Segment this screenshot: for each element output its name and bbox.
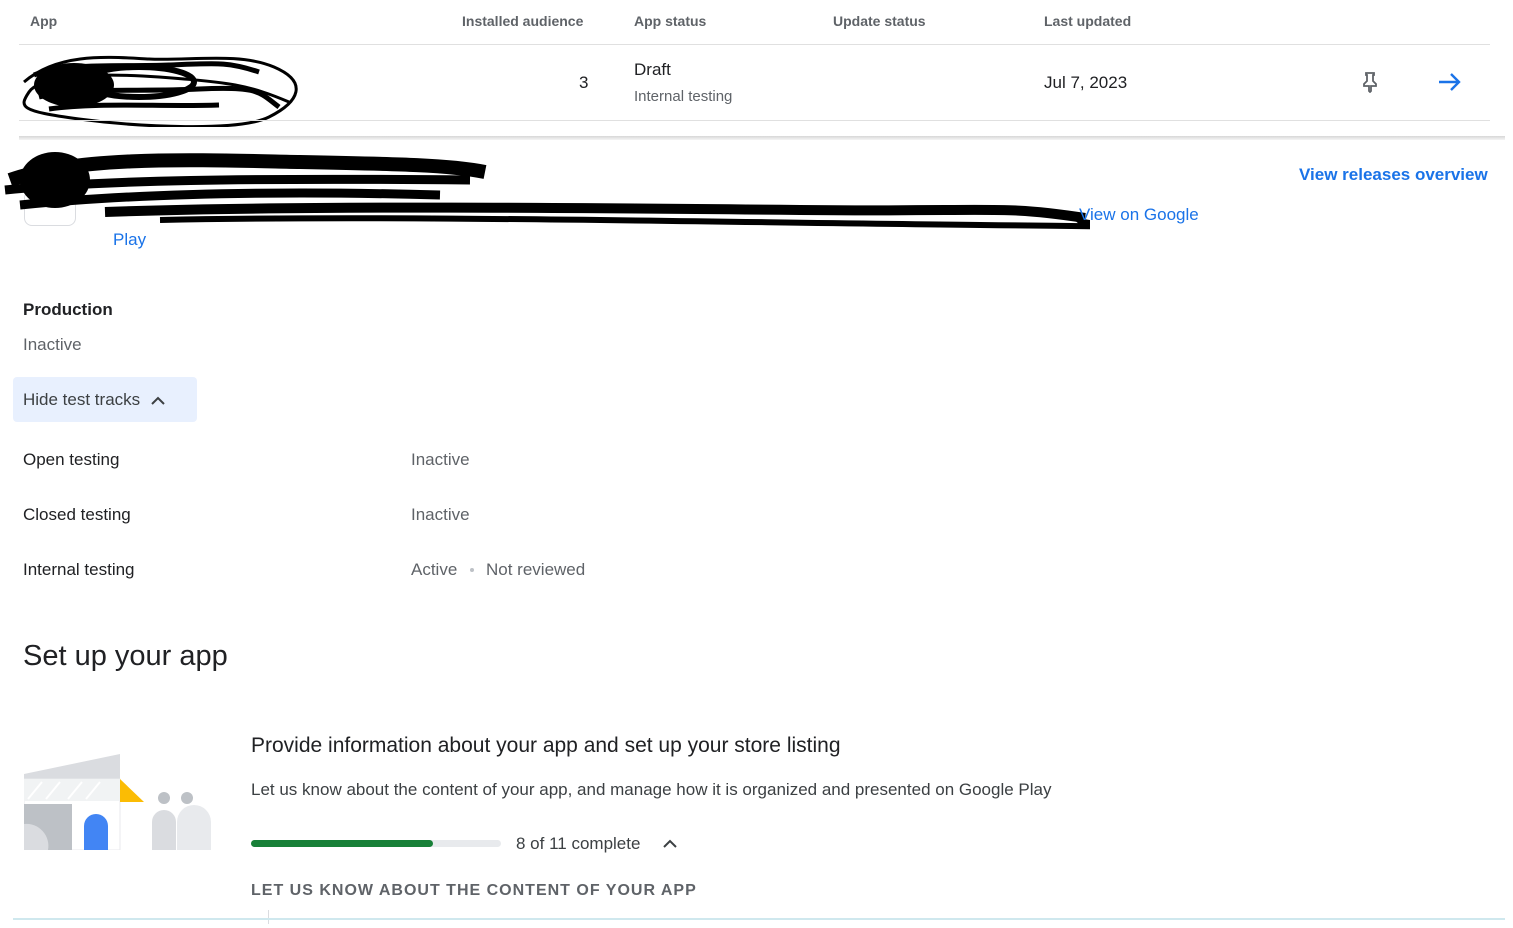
chevron-up-icon[interactable] [662, 838, 678, 849]
arrow-right-icon[interactable] [1437, 71, 1463, 93]
hide-test-tracks-button[interactable]: Hide test tracks [13, 377, 197, 422]
bottom-divider [13, 918, 1505, 920]
redaction-scribble [104, 202, 1090, 230]
pin-icon[interactable] [1361, 71, 1379, 93]
hide-test-tracks-label: Hide test tracks [23, 389, 141, 409]
view-on-google-play-link-continued[interactable]: Play [113, 230, 146, 250]
track-status-internal-testing: Active [411, 560, 458, 579]
track-name-internal-testing: Internal testing [23, 560, 135, 579]
track-name-closed-testing: Closed testing [23, 505, 131, 524]
chevron-up-icon [151, 396, 165, 405]
app-status-track: Internal testing [634, 88, 733, 105]
track-status-closed-testing: Inactive [411, 505, 470, 524]
production-status: Inactive [23, 335, 82, 354]
column-header-app-status: App status [634, 13, 707, 29]
installed-audience-value: 3 [579, 73, 589, 92]
panel-shadow [19, 136, 1505, 140]
track-review-internal-testing: Not reviewed [486, 560, 586, 579]
column-header-installed-audience[interactable]: Installed audience [462, 13, 583, 29]
production-label: Production [23, 300, 113, 319]
column-header-last-updated[interactable]: Last updated [1044, 13, 1131, 29]
view-releases-overview-link[interactable]: View releases overview [1299, 165, 1488, 185]
last-updated-value: Jul 7, 2023 [1044, 73, 1128, 92]
redaction-scribble [22, 55, 298, 127]
setup-progress-bar [251, 840, 501, 847]
setup-illustration [24, 754, 211, 850]
setup-progress-fill [251, 840, 433, 847]
view-on-google-play-link[interactable]: View on Google [1079, 205, 1199, 225]
column-header-update-status: Update status [833, 13, 926, 29]
task-description: Let us know about the content of your ap… [251, 780, 1052, 799]
track-status-open-testing: Inactive [411, 450, 470, 469]
track-name-open-testing: Open testing [23, 450, 120, 469]
row-divider [19, 120, 1490, 121]
column-header-app: App [30, 13, 58, 29]
section-connector [268, 910, 269, 924]
status-separator-dot [470, 568, 474, 572]
app-status-value: Draft [634, 60, 671, 79]
progress-text: 8 of 11 complete [516, 834, 641, 853]
table-row[interactable]: 3 Draft Internal testing Jul 7, 2023 [19, 45, 1490, 127]
setup-title: Set up your app [23, 640, 228, 672]
task-title: Provide information about your app and s… [251, 734, 841, 757]
section-heading: LET US KNOW ABOUT THE CONTENT OF YOUR AP… [251, 882, 697, 899]
